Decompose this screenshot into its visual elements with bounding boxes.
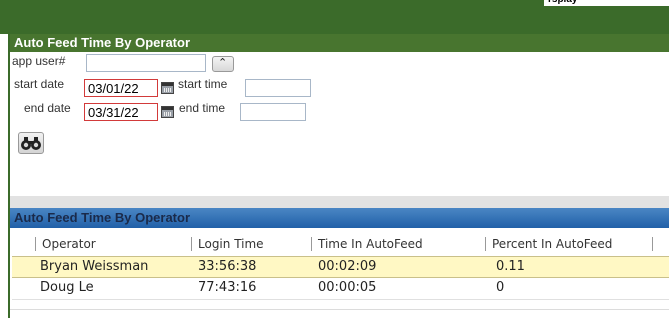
end-time-label: end time bbox=[179, 101, 226, 115]
cell-login-time: 33:56:38 bbox=[198, 259, 257, 274]
end-date-calendar-icon[interactable] bbox=[161, 106, 174, 118]
start-time-label: start time bbox=[178, 77, 228, 91]
end-date-input[interactable] bbox=[84, 103, 158, 121]
end-date-label: end date bbox=[24, 101, 71, 115]
cell-time-in-autofeed: 00:02:09 bbox=[318, 259, 377, 274]
search-button[interactable] bbox=[18, 132, 44, 154]
column-header-percent-in-autofeed[interactable]: Percent In AutoFeed bbox=[492, 236, 612, 252]
table-row[interactable]: Bryan Weissman 33:56:38 00:02:09 0.11 bbox=[12, 256, 669, 278]
cell-time-in-autofeed: 00:00:05 bbox=[318, 280, 377, 295]
grid-panel-title: Auto Feed Time By Operator bbox=[10, 208, 669, 228]
end-time-input[interactable] bbox=[240, 103, 306, 121]
start-date-input[interactable] bbox=[84, 79, 158, 97]
start-time-input[interactable] bbox=[245, 79, 311, 97]
panel-divider bbox=[10, 196, 669, 208]
start-date-label: start date bbox=[14, 77, 65, 91]
cell-login-time: 77:43:16 bbox=[198, 280, 257, 295]
cell-operator: Doug Le bbox=[40, 280, 94, 295]
app-user-input[interactable] bbox=[86, 54, 206, 72]
column-header-login-time[interactable]: Login Time bbox=[198, 236, 264, 252]
top-bar-corner: rsplay bbox=[544, 0, 669, 6]
column-separator bbox=[485, 237, 486, 251]
page-left-margin bbox=[0, 0, 8, 318]
chevron-up-icon: ⌃ bbox=[218, 57, 228, 69]
top-bar-corner-text: rsplay bbox=[548, 0, 577, 5]
column-separator bbox=[191, 237, 192, 251]
cell-percent: 0.11 bbox=[496, 259, 525, 274]
column-separator bbox=[652, 237, 653, 251]
column-separator bbox=[311, 237, 312, 251]
app-user-label: app user# bbox=[12, 54, 66, 68]
app-user-dropdown-button[interactable]: ⌃ bbox=[212, 56, 234, 72]
auto-feed-panel: Auto Feed Time By Operator app user# ⌃ s… bbox=[8, 34, 669, 318]
column-header-time-in-autofeed[interactable]: Time In AutoFeed bbox=[318, 236, 423, 252]
top-bar: rsplay bbox=[0, 0, 669, 34]
table-row[interactable]: Doug Le 77:43:16 00:00:05 0 bbox=[12, 278, 669, 300]
cell-percent: 0 bbox=[496, 280, 505, 295]
column-header-operator[interactable]: Operator bbox=[42, 236, 96, 252]
column-separator bbox=[35, 237, 36, 251]
binoculars-icon bbox=[21, 137, 41, 150]
form-panel-title: Auto Feed Time By Operator bbox=[10, 34, 669, 52]
cell-operator: Bryan Weissman bbox=[40, 259, 149, 274]
grid-bottom-border bbox=[10, 309, 669, 310]
start-date-calendar-icon[interactable] bbox=[161, 82, 174, 94]
